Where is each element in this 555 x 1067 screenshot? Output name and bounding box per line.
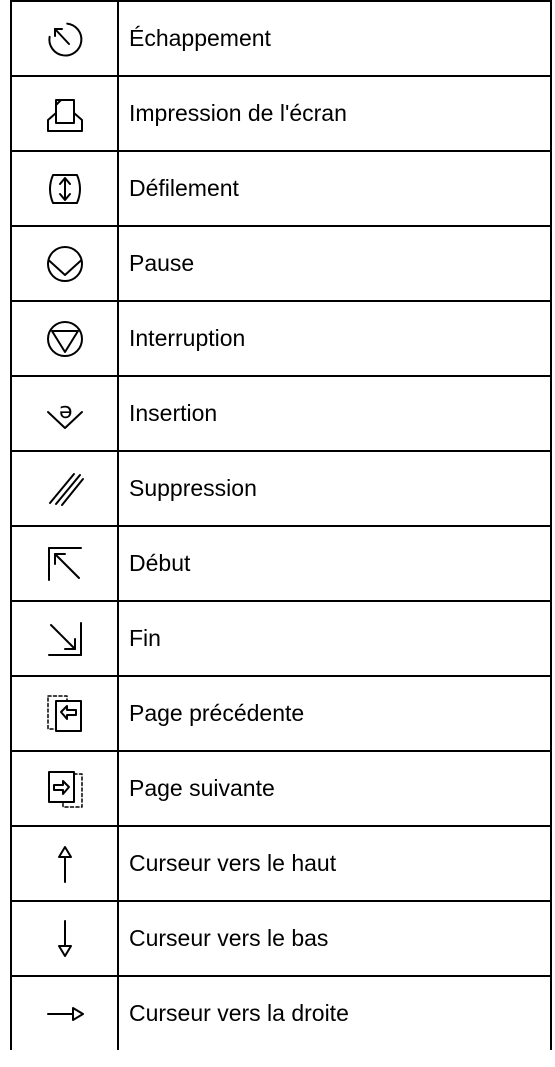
page-down-icon <box>47 770 83 808</box>
row-label: Page précédente <box>117 675 552 752</box>
cursor-right-icon <box>46 1006 84 1021</box>
cursor-up-icon <box>57 845 72 883</box>
key-symbols-table: Échappement Impression de l'écran Défile… <box>10 0 552 1050</box>
row-label: Pause <box>117 225 552 302</box>
table-row: Échappement <box>10 0 552 77</box>
table-row: Fin <box>10 600 552 677</box>
table-row: Curseur vers la droite <box>10 975 552 1050</box>
table-row: ə Insertion <box>10 375 552 452</box>
row-label: Interruption <box>117 300 552 377</box>
row-label: Début <box>117 525 552 602</box>
table-row: Page suivante <box>10 750 552 827</box>
table-row: Page précédente <box>10 675 552 752</box>
scroll-icon <box>48 173 81 204</box>
print-screen-icon <box>46 98 83 132</box>
table-row: Impression de l'écran <box>10 75 552 152</box>
pause-icon <box>46 245 83 282</box>
interrupt-icon <box>46 320 83 357</box>
table-row: Pause <box>10 225 552 302</box>
end-icon <box>47 621 82 656</box>
row-label: Impression de l'écran <box>117 75 552 152</box>
table-row: Interruption <box>10 300 552 377</box>
insert-icon: ə <box>46 399 83 429</box>
row-label: Échappement <box>117 0 552 77</box>
row-label: Curseur vers la droite <box>117 975 552 1050</box>
row-label: Curseur vers le haut <box>117 825 552 902</box>
svg-text:ə: ə <box>59 399 73 424</box>
home-icon <box>47 546 82 581</box>
row-label: Suppression <box>117 450 552 527</box>
table-row: Curseur vers le bas <box>10 900 552 977</box>
table-row: Défilement <box>10 150 552 227</box>
table-row: Suppression <box>10 450 552 527</box>
row-label: Défilement <box>117 150 552 227</box>
row-label: Insertion <box>117 375 552 452</box>
row-label: Page suivante <box>117 750 552 827</box>
escape-icon <box>47 22 82 56</box>
delete-icon <box>48 472 84 506</box>
table-row: Curseur vers le haut <box>10 825 552 902</box>
row-label: Curseur vers le bas <box>117 900 552 977</box>
cursor-down-icon <box>57 919 72 957</box>
row-label: Fin <box>117 600 552 677</box>
table-row: Début <box>10 525 552 602</box>
page-up-icon <box>46 694 82 732</box>
